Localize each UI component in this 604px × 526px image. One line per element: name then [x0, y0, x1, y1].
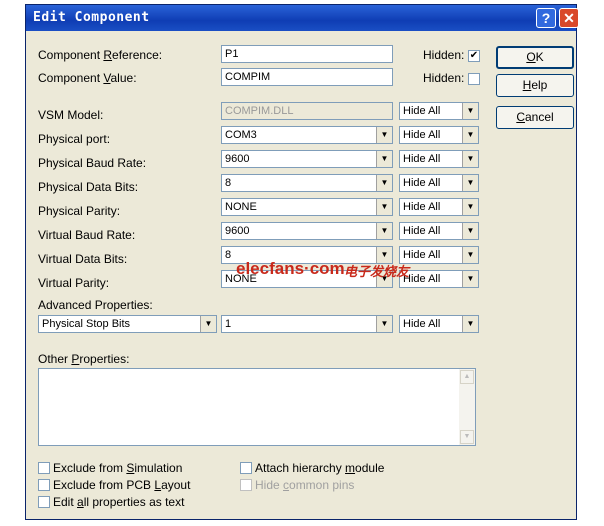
edit-all-checkbox[interactable]: [38, 496, 50, 508]
reference-hidden-checkbox[interactable]: ✔: [468, 50, 480, 62]
prop-value-text: 9600: [225, 225, 250, 237]
prop-label-virtual-baud: Virtual Baud Rate:: [38, 228, 136, 242]
chevron-down-icon[interactable]: ▼: [462, 271, 478, 287]
ok-button[interactable]: OK: [496, 46, 574, 69]
watermark-cn: 电子发烧友: [344, 264, 410, 279]
prop-label-vsm: VSM Model:: [38, 108, 104, 122]
prop-value-text: NONE: [225, 201, 257, 213]
scroll-up-icon[interactable]: ▲: [460, 370, 474, 384]
prop-value-physical-port-text: COM3: [225, 129, 257, 141]
advanced-property-text: Physical Stop Bits: [42, 318, 131, 330]
edit-all-label: Edit all properties as text: [53, 495, 185, 509]
prop-visibility-physical-data-bits[interactable]: Hide All ▼: [399, 174, 479, 192]
prop-value-physical-data-bits[interactable]: 8 ▼: [221, 174, 393, 192]
reference-hidden-label: Hidden:: [423, 48, 465, 62]
advanced-properties-label: Advanced Properties:: [38, 298, 153, 312]
prop-visibility-text: Hide All: [403, 225, 441, 237]
prop-visibility-physical-parity[interactable]: Hide All ▼: [399, 198, 479, 216]
prop-label-virtual-data-bits: Virtual Data Bits:: [38, 252, 128, 266]
prop-value-physical-baud[interactable]: 9600 ▼: [221, 150, 393, 168]
component-reference-input[interactable]: P1: [221, 45, 393, 63]
prop-visibility-text: Hide All: [403, 177, 441, 189]
title-bar[interactable]: Edit Component ? ✕: [26, 5, 579, 31]
chevron-down-icon[interactable]: ▼: [462, 103, 478, 119]
edit-component-dialog: Edit Component ? ✕ Component Reference: …: [25, 4, 579, 520]
exclude-simulation-label: Exclude from Simulation: [53, 461, 183, 475]
prop-value-text: 8: [225, 249, 232, 261]
help-button[interactable]: Help: [496, 74, 574, 97]
prop-label-physical-port: Physical port:: [38, 132, 111, 146]
prop-visibility-text: Hide All: [403, 153, 441, 165]
component-value-input[interactable]: COMPIM: [221, 68, 393, 86]
prop-visibility-virtual-baud[interactable]: Hide All ▼: [399, 222, 479, 240]
chevron-down-icon[interactable]: ▼: [462, 316, 478, 332]
advanced-property-select[interactable]: Physical Stop Bits ▼: [38, 315, 217, 333]
prop-label-virtual-parity: Virtual Parity:: [38, 276, 110, 290]
prop-value-text: 8: [225, 177, 232, 189]
chevron-down-icon[interactable]: ▼: [462, 223, 478, 239]
prop-visibility-virtual-parity[interactable]: Hide All ▼: [399, 270, 479, 288]
attach-hierarchy-checkbox[interactable]: [240, 462, 252, 474]
prop-label-physical-parity: Physical Parity:: [38, 204, 121, 218]
hide-common-pins-label: Hide common pins: [255, 478, 355, 492]
attach-hierarchy-label: Attach hierarchy module: [255, 461, 385, 475]
prop-visibility-physical-port[interactable]: Hide All ▼: [399, 126, 479, 144]
cancel-button[interactable]: Cancel: [496, 106, 574, 129]
watermark-brand: elecfans·com: [236, 259, 345, 278]
chevron-down-icon[interactable]: ▼: [462, 127, 478, 143]
advanced-visibility-text: Hide All: [403, 318, 441, 330]
value-hidden-checkbox[interactable]: [468, 73, 480, 85]
close-icon[interactable]: ✕: [559, 8, 579, 28]
prop-value-physical-parity[interactable]: NONE ▼: [221, 198, 393, 216]
prop-value-vsm: COMPIM.DLL: [221, 102, 393, 120]
prop-visibility-physical-baud[interactable]: Hide All ▼: [399, 150, 479, 168]
prop-label-physical-baud: Physical Baud Rate:: [38, 156, 147, 170]
chevron-down-icon[interactable]: ▼: [376, 223, 392, 239]
chevron-down-icon[interactable]: ▼: [376, 316, 392, 332]
exclude-simulation-checkbox[interactable]: [38, 462, 50, 474]
prop-visibility-vsm[interactable]: Hide All ▼: [399, 102, 479, 120]
component-reference-label: Component Reference:: [38, 48, 163, 62]
scroll-down-icon[interactable]: ▼: [460, 430, 474, 444]
other-properties-textarea[interactable]: ▲ ▼: [38, 368, 476, 446]
chevron-down-icon[interactable]: ▼: [376, 175, 392, 191]
prop-visibility-virtual-data-bits[interactable]: Hide All ▼: [399, 246, 479, 264]
help-icon[interactable]: ?: [536, 8, 556, 28]
hide-common-pins-checkbox: [240, 479, 252, 491]
prop-visibility-text: Hide All: [403, 249, 441, 261]
textarea-scrollbar[interactable]: ▲ ▼: [459, 369, 475, 445]
prop-value-text: 9600: [225, 153, 250, 165]
chevron-down-icon[interactable]: ▼: [376, 199, 392, 215]
component-value-label: Component Value:: [38, 71, 137, 85]
advanced-value-text: 1: [225, 318, 232, 330]
other-properties-label: Other Properties:: [38, 352, 130, 366]
value-hidden-label: Hidden:: [423, 71, 465, 85]
chevron-down-icon[interactable]: ▼: [462, 151, 478, 167]
chevron-down-icon[interactable]: ▼: [376, 127, 392, 143]
chevron-down-icon[interactable]: ▼: [462, 175, 478, 191]
dialog-title: Edit Component: [33, 10, 150, 25]
chevron-down-icon[interactable]: ▼: [200, 316, 216, 332]
chevron-down-icon[interactable]: ▼: [462, 199, 478, 215]
prop-label-physical-data-bits: Physical Data Bits:: [38, 180, 139, 194]
prop-value-virtual-baud[interactable]: 9600 ▼: [221, 222, 393, 240]
advanced-value-select[interactable]: 1 ▼: [221, 315, 393, 333]
prop-visibility-text: Hide All: [403, 201, 441, 213]
prop-visibility-text: Hide All: [403, 129, 441, 141]
chevron-down-icon[interactable]: ▼: [462, 247, 478, 263]
prop-visibility-vsm-text: Hide All: [403, 105, 441, 117]
prop-value-physical-port[interactable]: COM3 ▼: [221, 126, 393, 144]
chevron-down-icon[interactable]: ▼: [376, 151, 392, 167]
exclude-pcb-checkbox[interactable]: [38, 479, 50, 491]
advanced-visibility-select[interactable]: Hide All ▼: [399, 315, 479, 333]
exclude-pcb-label: Exclude from PCB Layout: [53, 478, 191, 492]
